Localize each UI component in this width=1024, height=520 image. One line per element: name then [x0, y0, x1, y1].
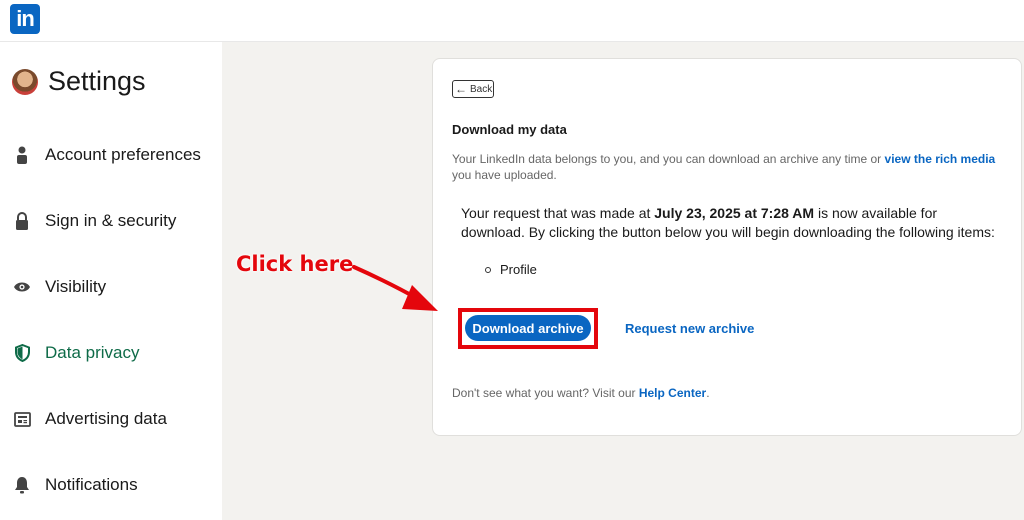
sidebar-item-label: Data privacy [45, 343, 140, 362]
sidebar-item-account-preferences[interactable]: Account preferences [0, 135, 222, 175]
sidebar-item-label: Notifications [45, 475, 138, 494]
pointer-arrow-icon [352, 265, 438, 311]
sidebar-item-data-privacy[interactable]: Data privacy [0, 333, 222, 373]
description-text-end: you have uploaded. [452, 168, 557, 182]
sidebar-item-label: Visibility [45, 277, 107, 296]
eye-icon [13, 278, 31, 296]
sidebar-item-label: Advertising data [45, 409, 167, 428]
shield-icon [13, 344, 31, 362]
request-new-archive-link[interactable]: Request new archive [625, 321, 754, 336]
list-item-label: Profile [500, 262, 537, 277]
back-button-label: Back [470, 83, 493, 95]
sidebar-item-sign-in-security[interactable]: Sign in & security [0, 201, 222, 241]
download-archive-button[interactable]: Download archive [465, 315, 591, 341]
bell-icon [13, 476, 31, 494]
section-title: Download my data [452, 122, 567, 137]
sidebar-item-visibility[interactable]: Visibility [0, 267, 222, 307]
click-here-annotation: Click here [236, 252, 354, 276]
description-text: Your LinkedIn data belongs to you, and y… [452, 152, 885, 166]
sidebar-item-notifications[interactable]: Notifications [0, 465, 222, 505]
person-icon [13, 146, 31, 164]
page-title: Settings [48, 66, 146, 96]
help-center-link[interactable]: Help Center [639, 386, 706, 400]
list-item: Profile [485, 262, 537, 277]
request-date: July 23, 2025 at 7:28 AM [654, 205, 815, 221]
back-button[interactable]: ← Back [452, 80, 494, 98]
download-data-card: ← Back Download my data Your LinkedIn da… [432, 58, 1022, 436]
sidebar-item-advertising-data[interactable]: Advertising data [0, 399, 222, 439]
request-text-start: Your request that was made at [461, 205, 655, 221]
help-text-start: Don't see what you want? Visit our [452, 386, 639, 400]
lock-icon [13, 212, 31, 230]
sidebar-item-label: Sign in & security [45, 211, 177, 230]
arrow-left-icon: ← [455, 82, 467, 96]
bullet-icon [485, 266, 491, 273]
avatar[interactable] [12, 68, 38, 95]
help-text: Don't see what you want? Visit our Help … [452, 386, 710, 400]
help-text-end: . [706, 386, 710, 400]
top-bar: in [0, 0, 1024, 42]
settings-sidebar: Settings Account preferences Sign in & s… [0, 42, 222, 520]
settings-header: Settings [12, 66, 146, 97]
linkedin-logo[interactable]: in [10, 4, 40, 34]
newspaper-icon [13, 410, 31, 428]
request-status-text: Your request that was made at July 23, 2… [461, 204, 1001, 242]
sidebar-item-label: Account preferences [45, 145, 201, 164]
view-rich-media-link[interactable]: view the rich media [885, 152, 996, 166]
section-description: Your LinkedIn data belongs to you, and y… [452, 151, 997, 183]
